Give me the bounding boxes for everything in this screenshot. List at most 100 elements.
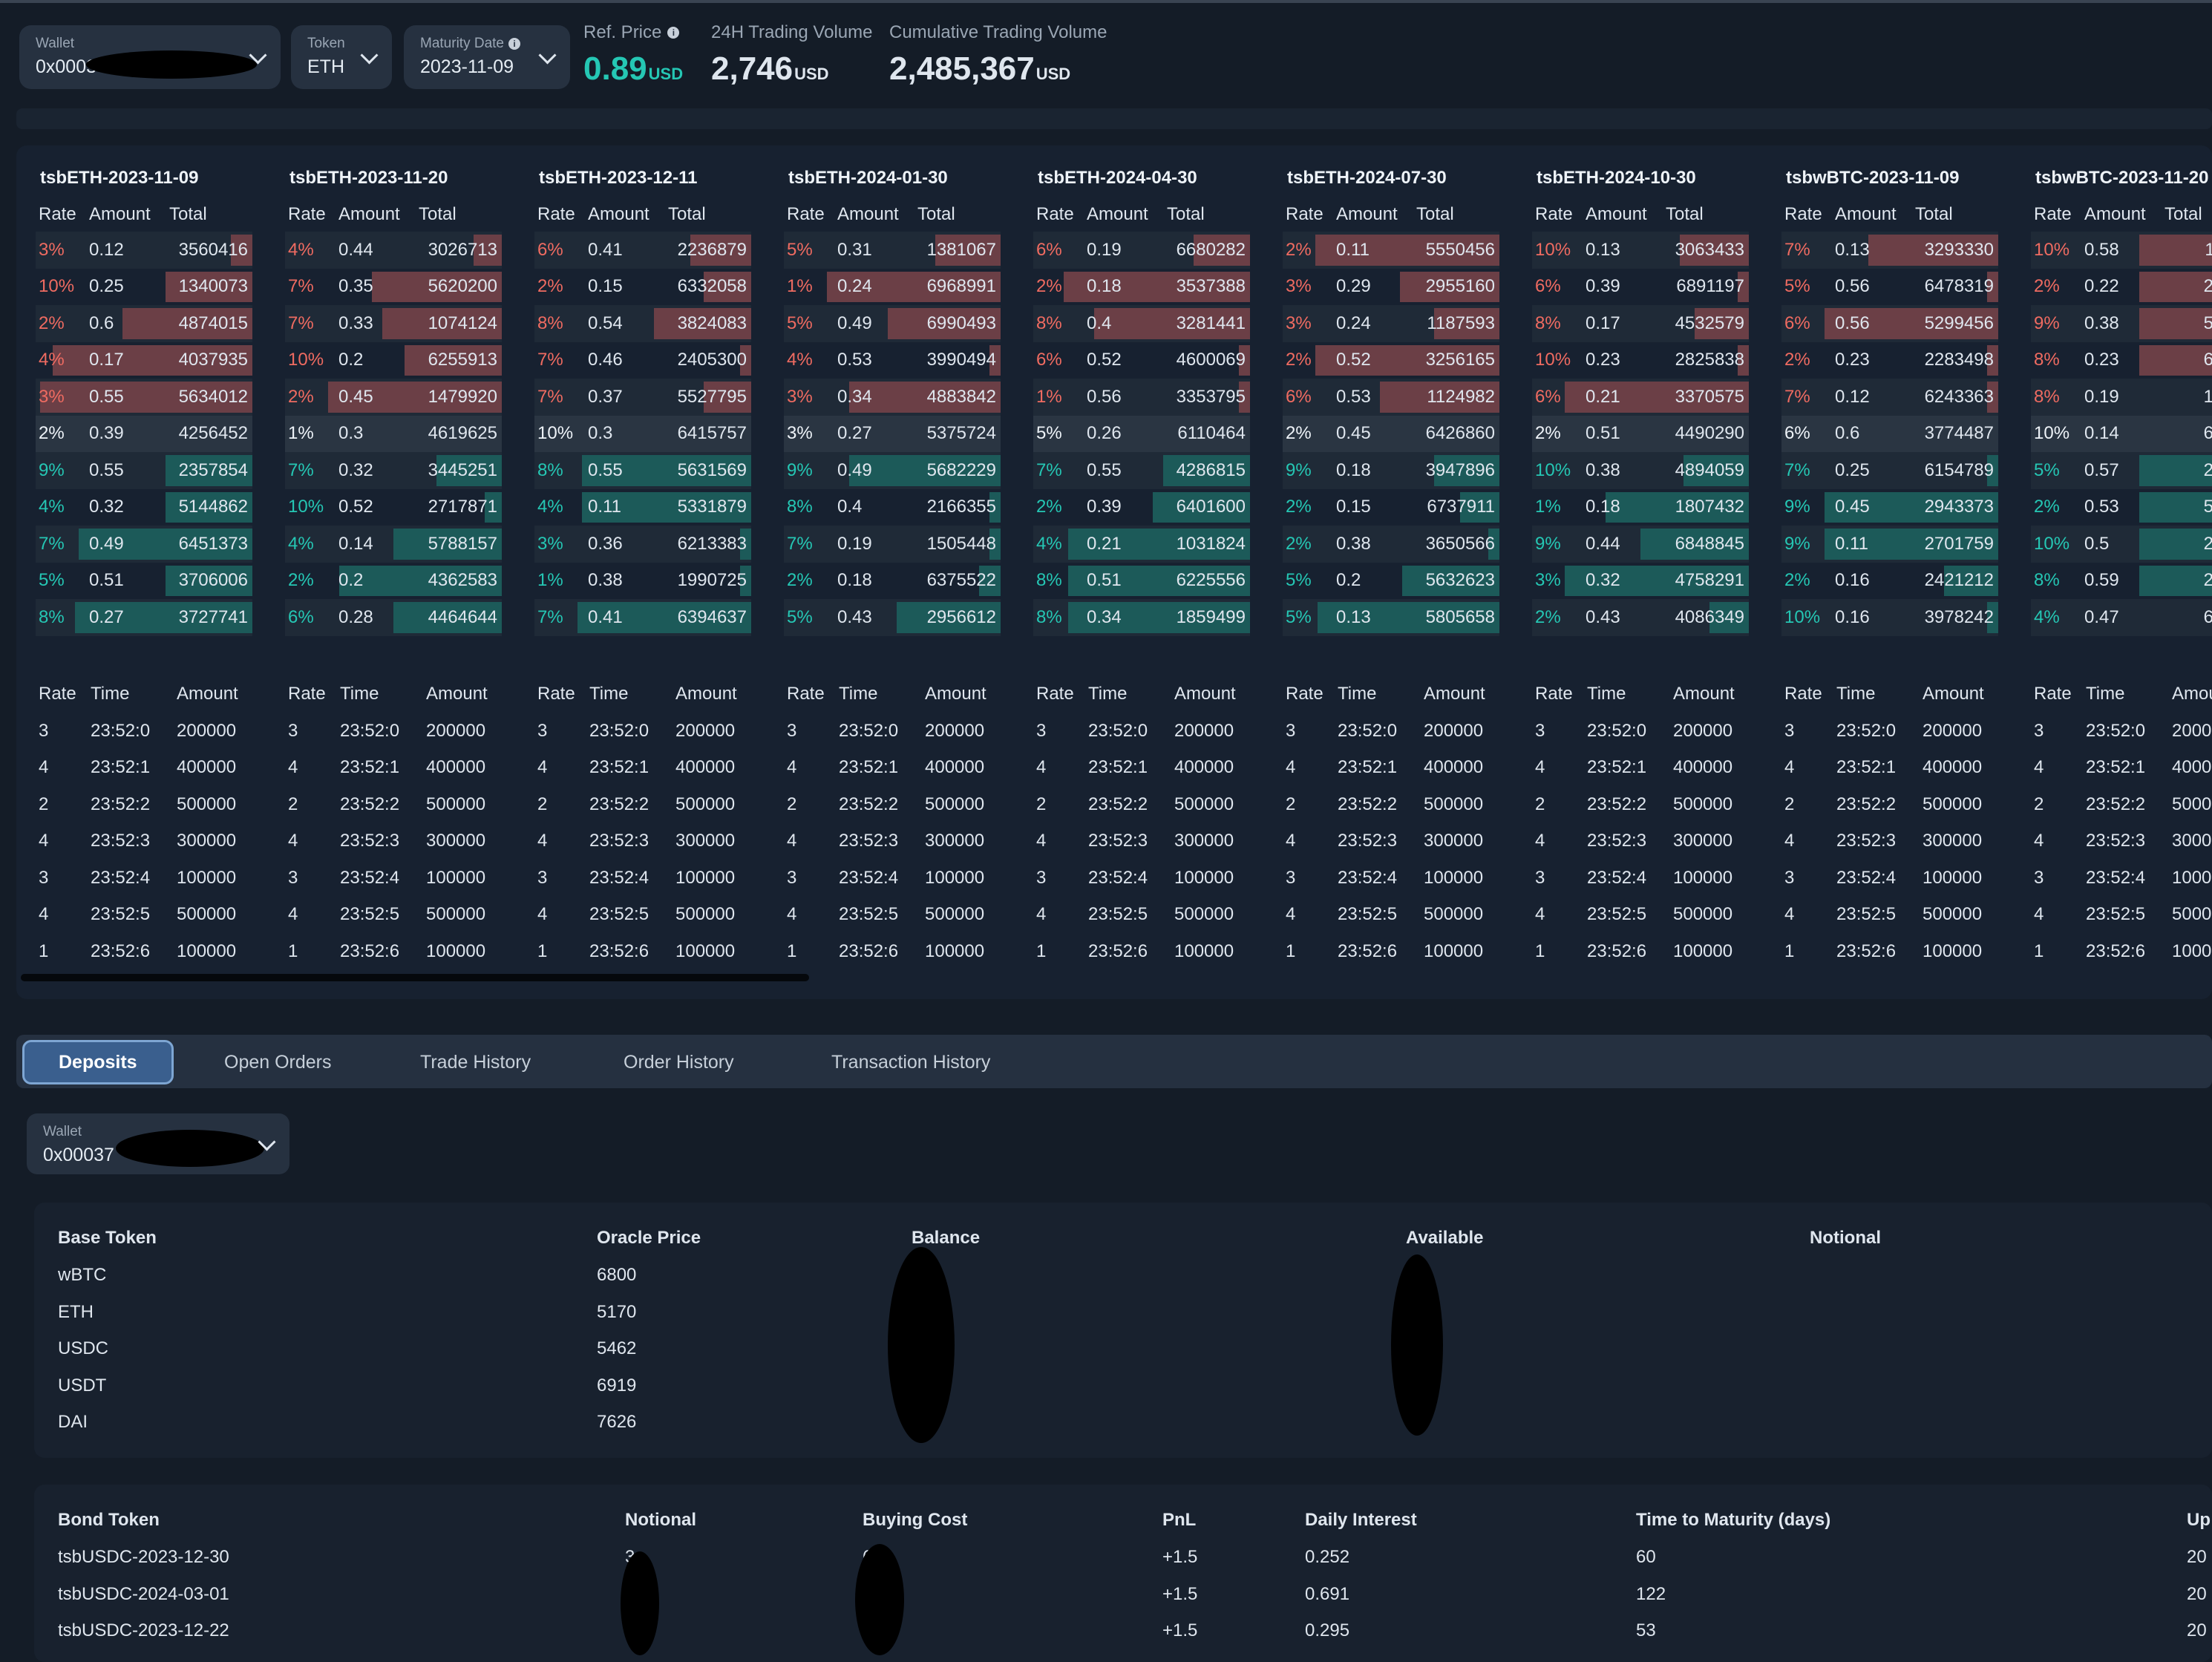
mid-row[interactable]: 6% 0.6 3774487 xyxy=(1781,415,1998,452)
ask-row[interactable]: 2% 0.15 6332058 xyxy=(534,269,751,306)
bid-row[interactable]: 4% 0.11 5331879 xyxy=(534,489,751,526)
bid-row[interactable]: 8% 0.59 2623 xyxy=(2031,563,2212,600)
mid-row[interactable]: 2% 0.39 4256452 xyxy=(36,415,252,452)
ask-row[interactable]: 3% 0.29 2955160 xyxy=(1283,269,1499,306)
ask-row[interactable]: 8% 0.23 6606 xyxy=(2031,342,2212,379)
bid-row[interactable]: 9% 0.45 2943373 xyxy=(1781,489,1998,526)
ask-row[interactable]: 7% 0.33 1074124 xyxy=(285,305,502,342)
bid-row[interactable]: 10% 0.5 2860 xyxy=(2031,526,2212,563)
bid-row[interactable]: 8% 0.34 1859499 xyxy=(1033,599,1250,636)
bid-row[interactable]: 7% 0.41 6394637 xyxy=(534,599,751,636)
wallet-select[interactable]: Wallet 0x0003 xyxy=(19,25,281,89)
bid-row[interactable]: 2% 0.2 4362583 xyxy=(285,563,502,600)
ask-row[interactable]: 7% 0.35 5620200 xyxy=(285,269,502,306)
bid-row[interactable]: 5% 0.43 2956612 xyxy=(784,599,1001,636)
bid-row[interactable]: 7% 0.32 3445251 xyxy=(285,452,502,489)
maturity-date-select[interactable]: Maturity Date i 2023-11-09 xyxy=(404,25,570,89)
bid-row[interactable]: 2% 0.15 6737911 xyxy=(1283,489,1499,526)
bid-row[interactable]: 1% 0.18 1807432 xyxy=(1532,489,1749,526)
bid-row[interactable]: 8% 0.55 5631569 xyxy=(534,452,751,489)
ask-row[interactable]: 2% 0.11 5550456 xyxy=(1283,232,1499,269)
ask-row[interactable]: 4% 0.53 3990494 xyxy=(784,342,1001,379)
bid-row[interactable]: 5% 0.57 2663 xyxy=(2031,452,2212,489)
ask-row[interactable]: 4% 0.17 4037935 xyxy=(36,342,252,379)
ask-row[interactable]: 7% 0.37 5527795 xyxy=(534,379,751,416)
ask-row[interactable]: 10% 0.2 6255913 xyxy=(285,342,502,379)
bid-row[interactable]: 4% 0.21 1031824 xyxy=(1033,526,1250,563)
bid-row[interactable]: 4% 0.47 6166 xyxy=(2031,599,2212,636)
ask-row[interactable]: 5% 0.56 6478319 xyxy=(1781,269,1998,306)
ask-row[interactable]: 2% 0.23 2283498 xyxy=(1781,342,1998,379)
bid-row[interactable]: 10% 0.52 2717871 xyxy=(285,489,502,526)
ask-row[interactable]: 9% 0.38 5413 xyxy=(2031,305,2212,342)
ask-row[interactable]: 7% 0.13 3293330 xyxy=(1781,232,1998,269)
bid-row[interactable]: 9% 0.11 2701759 xyxy=(1781,526,1998,563)
bid-row[interactable]: 9% 0.55 2357854 xyxy=(36,452,252,489)
bid-row[interactable]: 10% 0.38 4894059 xyxy=(1532,452,1749,489)
ask-row[interactable]: 6% 0.41 2236879 xyxy=(534,232,751,269)
ask-row[interactable]: 6% 0.21 3370575 xyxy=(1532,379,1749,416)
bid-row[interactable]: 5% 0.2 5632623 xyxy=(1283,563,1499,600)
ask-row[interactable]: 4% 0.44 3026713 xyxy=(285,232,502,269)
ask-row[interactable]: 8% 0.54 3824083 xyxy=(534,305,751,342)
tab-trade-history[interactable]: Trade History xyxy=(399,1042,552,1082)
ask-row[interactable]: 6% 0.52 4600069 xyxy=(1033,342,1250,379)
ask-row[interactable]: 1% 0.56 3353795 xyxy=(1033,379,1250,416)
bid-row[interactable]: 2% 0.16 2421212 xyxy=(1781,563,1998,600)
ask-row[interactable]: 3% 0.55 5634012 xyxy=(36,379,252,416)
bid-row[interactable]: 8% 0.4 2166355 xyxy=(784,489,1001,526)
ask-row[interactable]: 7% 0.12 6243363 xyxy=(1781,379,1998,416)
bid-row[interactable]: 7% 0.55 4286815 xyxy=(1033,452,1250,489)
tab-transaction-history[interactable]: Transaction History xyxy=(811,1042,1011,1082)
ask-row[interactable]: 1% 0.24 6968991 xyxy=(784,269,1001,306)
bid-row[interactable]: 1% 0.38 1990725 xyxy=(534,563,751,600)
bid-row[interactable]: 4% 0.32 5144862 xyxy=(36,489,252,526)
ask-row[interactable]: 10% 0.58 1183 xyxy=(2031,232,2212,269)
bid-row[interactable]: 3% 0.32 4758291 xyxy=(1532,563,1749,600)
ask-row[interactable]: 2% 0.6 4874015 xyxy=(36,305,252,342)
ask-row[interactable]: 3% 0.12 3560416 xyxy=(36,232,252,269)
tab-order-history[interactable]: Order History xyxy=(603,1042,755,1082)
horizontal-scrollbar[interactable] xyxy=(21,974,809,981)
ask-row[interactable]: 8% 0.17 4532579 xyxy=(1532,305,1749,342)
bid-row[interactable]: 9% 0.44 6848845 xyxy=(1532,526,1749,563)
token-select[interactable]: Token ETH xyxy=(291,25,392,89)
ask-row[interactable]: 6% 0.53 1124982 xyxy=(1283,379,1499,416)
mid-row[interactable]: 10% 0.3 6415757 xyxy=(534,415,751,452)
bid-row[interactable]: 7% 0.25 6154789 xyxy=(1781,452,1998,489)
deposit-wallet-select[interactable]: Wallet 0x00037 xyxy=(27,1113,289,1174)
ask-row[interactable]: 3% 0.34 4883842 xyxy=(784,379,1001,416)
bid-row[interactable]: 5% 0.51 3706006 xyxy=(36,563,252,600)
mid-row[interactable]: 10% 0.14 6942 xyxy=(2031,415,2212,452)
ask-row[interactable]: 7% 0.46 2405300 xyxy=(534,342,751,379)
bid-row[interactable]: 8% 0.27 3727741 xyxy=(36,599,252,636)
bid-row[interactable]: 2% 0.39 6401600 xyxy=(1033,489,1250,526)
mid-row[interactable]: 1% 0.3 4619625 xyxy=(285,415,502,452)
bid-row[interactable]: 7% 0.19 1505448 xyxy=(784,526,1001,563)
ask-row[interactable]: 10% 0.23 2825838 xyxy=(1532,342,1749,379)
bid-row[interactable]: 9% 0.49 5682229 xyxy=(784,452,1001,489)
ask-row[interactable]: 10% 0.13 3063433 xyxy=(1532,232,1749,269)
mid-row[interactable]: 2% 0.51 4490290 xyxy=(1532,415,1749,452)
bid-row[interactable]: 7% 0.49 6451373 xyxy=(36,526,252,563)
ask-row[interactable]: 5% 0.49 6990493 xyxy=(784,305,1001,342)
ask-row[interactable]: 6% 0.39 6891197 xyxy=(1532,269,1749,306)
mid-row[interactable]: 5% 0.26 6110464 xyxy=(1033,415,1250,452)
ask-row[interactable]: 8% 0.4 3281441 xyxy=(1033,305,1250,342)
info-icon[interactable]: i xyxy=(667,27,680,39)
bid-row[interactable]: 2% 0.43 4086349 xyxy=(1532,599,1749,636)
ask-row[interactable]: 10% 0.25 1340073 xyxy=(36,269,252,306)
ask-row[interactable]: 6% 0.19 6680282 xyxy=(1033,232,1250,269)
bid-row[interactable]: 10% 0.16 3978242 xyxy=(1781,599,1998,636)
ask-row[interactable]: 3% 0.24 1187593 xyxy=(1283,305,1499,342)
bid-row[interactable]: 9% 0.18 3947896 xyxy=(1283,452,1499,489)
bid-row[interactable]: 6% 0.28 4464644 xyxy=(285,599,502,636)
mid-row[interactable]: 2% 0.45 6426860 xyxy=(1283,415,1499,452)
bid-row[interactable]: 2% 0.18 6375522 xyxy=(784,563,1001,600)
mid-row[interactable]: 3% 0.27 5375724 xyxy=(784,415,1001,452)
tab-open-orders[interactable]: Open Orders xyxy=(203,1042,353,1082)
bid-row[interactable]: 5% 0.13 5805658 xyxy=(1283,599,1499,636)
ask-row[interactable]: 6% 0.56 5299456 xyxy=(1781,305,1998,342)
ask-row[interactable]: 2% 0.45 1479920 xyxy=(285,379,502,416)
ask-row[interactable]: 2% 0.52 3256165 xyxy=(1283,342,1499,379)
